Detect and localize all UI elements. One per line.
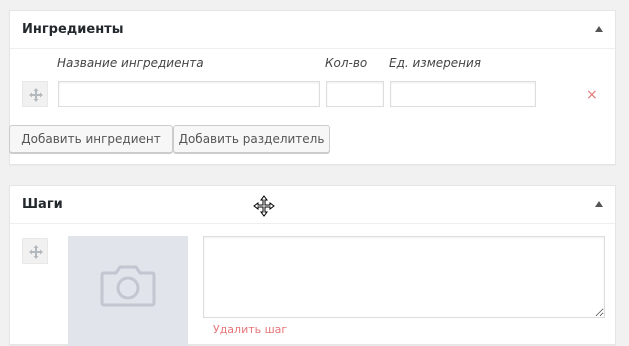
camera-icon <box>100 265 156 307</box>
column-label-unit: Ед. измерения <box>389 56 481 70</box>
ingredients-panel: Ингредиенты Название ингредиента Кол-во … <box>9 10 616 165</box>
steps-panel-title: Шаги <box>22 197 63 212</box>
steps-panel: Шаги Удалить шаг <box>9 185 616 346</box>
ingredient-qty-input[interactable] <box>326 81 384 107</box>
add-separator-button[interactable]: Добавить разделитель <box>173 125 330 153</box>
ingredient-name-input[interactable] <box>58 81 320 107</box>
column-label-qty: Кол-во <box>325 56 368 70</box>
step-drag-handle[interactable] <box>22 238 48 264</box>
move-handle-icon <box>29 88 43 102</box>
collapse-toggle-icon[interactable] <box>595 201 603 207</box>
column-label-name: Название ингредиента <box>57 56 204 70</box>
steps-panel-header[interactable]: Шаги <box>10 186 615 224</box>
ingredient-unit-input[interactable] <box>390 81 536 107</box>
ingredient-drag-handle[interactable] <box>22 81 48 107</box>
collapse-toggle-icon[interactable] <box>595 26 603 32</box>
add-ingredient-button[interactable]: Добавить ингредиент <box>9 125 173 153</box>
move-cursor-icon <box>253 195 275 217</box>
remove-ingredient-close-icon[interactable]: × <box>586 88 598 102</box>
ingredients-panel-title: Ингредиенты <box>22 22 124 37</box>
step-description-textarea[interactable] <box>203 236 605 318</box>
move-handle-icon <box>29 245 43 259</box>
ingredients-panel-header[interactable]: Ингредиенты <box>10 11 615 49</box>
